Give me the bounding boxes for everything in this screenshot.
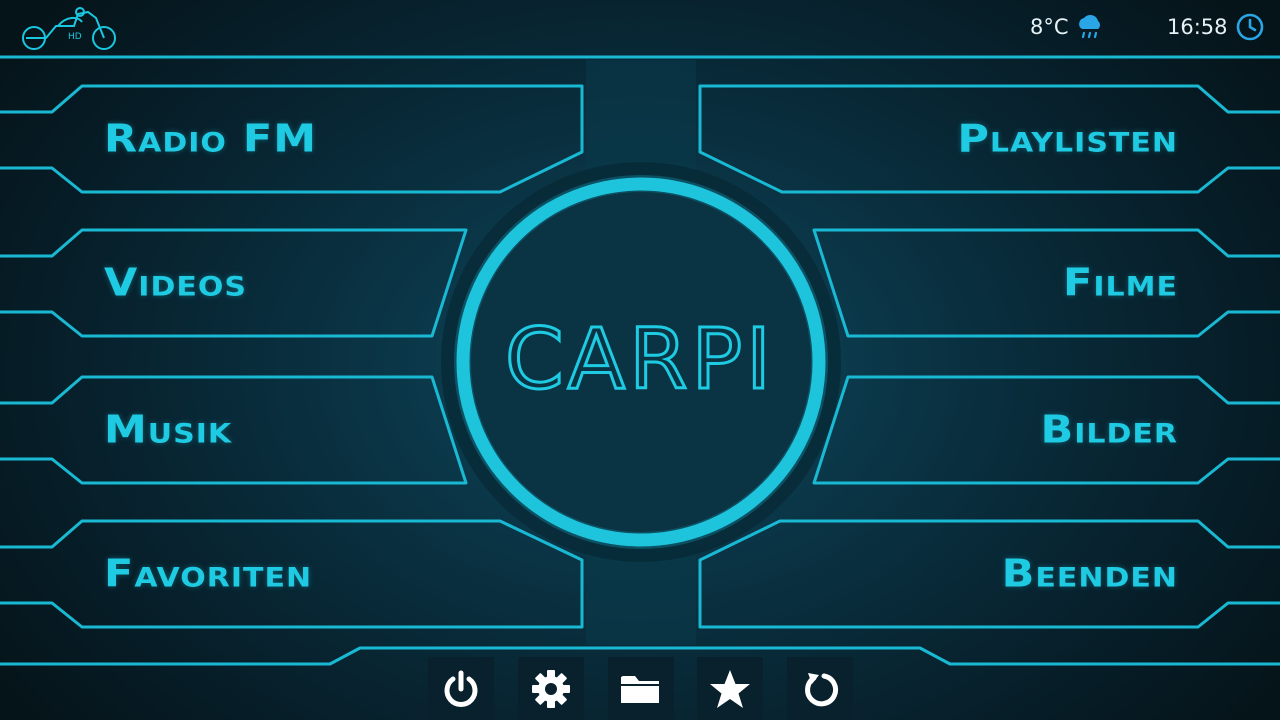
refresh-icon [805,672,839,706]
menu-label: Beenden [1001,551,1178,597]
menu-favoriten-button[interactable]: Favoriten [0,521,582,627]
power-icon [444,670,478,707]
svg-text:HD: HD [68,32,82,42]
menu-radio-fm-button[interactable]: Radio FM [0,86,582,192]
carpi-title: CARPI [505,310,775,408]
temperature-text: 8°C [1030,15,1069,39]
folder-icon [621,675,661,703]
time-text: 16:58 [1167,15,1228,39]
menu-label: Filme [1063,260,1178,306]
menu-videos-button[interactable]: Videos [0,230,466,336]
power-button[interactable] [428,657,494,720]
clock-icon [1236,13,1263,41]
menu-label: Musik [104,407,233,453]
menu-playlisten-button[interactable]: Playlisten [700,86,1280,192]
folder-button[interactable] [608,657,674,720]
menu-beenden-button[interactable]: Beenden [700,521,1280,627]
refresh-button[interactable] [787,657,853,720]
menu-label: Playlisten [957,116,1178,162]
menu-label: Favoriten [104,551,313,597]
menu-filme-button[interactable]: Filme [814,230,1280,336]
cloud-rain-icon [1078,14,1100,39]
center-logo: CARPI [504,310,775,410]
menu-label: Bilder [1040,407,1178,453]
gear-icon [532,669,570,708]
settings-button[interactable] [518,657,584,720]
weather-status: 8°C [1030,12,1105,42]
menu-musik-button[interactable]: Musik [0,377,466,483]
clock-status: 16:58 [1167,12,1264,42]
favorites-button[interactable] [697,657,763,720]
carpi-logo: HD [16,4,124,52]
motorcycle-icon: HD [22,7,116,50]
menu-label: Radio FM [104,116,318,162]
menu-bilder-button[interactable]: Bilder [814,377,1280,483]
star-icon [710,669,750,708]
menu-label: Videos [104,260,247,306]
